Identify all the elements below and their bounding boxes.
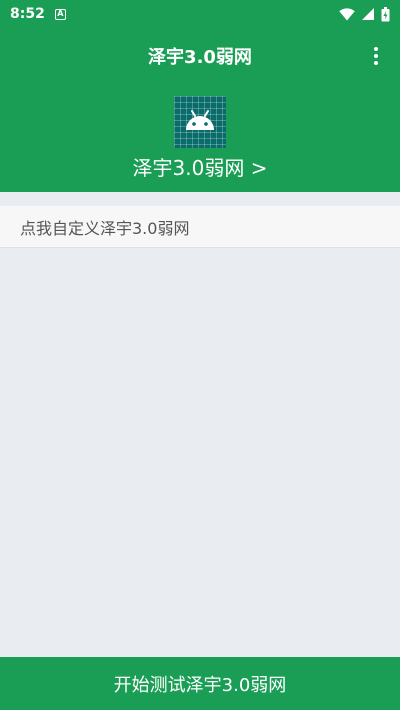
status-bar: 8:52 A: [0, 0, 400, 28]
battery-icon: [381, 6, 390, 21]
overflow-menu-icon[interactable]: [368, 44, 384, 68]
signal-icon: [362, 8, 374, 20]
notification-icon: A: [54, 8, 66, 20]
customize-row[interactable]: 点我自定义泽宇3.0弱网: [0, 206, 400, 248]
customize-label: 点我自定义泽宇3.0弱网: [20, 218, 190, 238]
status-time: 8:52: [10, 6, 45, 22]
start-test-label: 开始测试泽宇3.0弱网: [113, 674, 287, 696]
toolbar-title: 泽宇3.0弱网: [148, 47, 252, 68]
app-title-link[interactable]: 泽宇3.0弱网 >: [0, 152, 400, 181]
header: 泽宇3.0弱网 泽宇3.0弱网 >: [0, 28, 400, 192]
wifi-icon: [339, 7, 355, 20]
status-icons: [339, 6, 390, 22]
android-icon: [174, 96, 226, 148]
app-screen: 8:52 A 泽宇3.0弱网 泽宇3.0弱网 > 点我自定义泽宇3.0弱网 开始…: [0, 0, 400, 710]
start-test-button[interactable]: 开始测试泽宇3.0弱网: [0, 657, 400, 710]
